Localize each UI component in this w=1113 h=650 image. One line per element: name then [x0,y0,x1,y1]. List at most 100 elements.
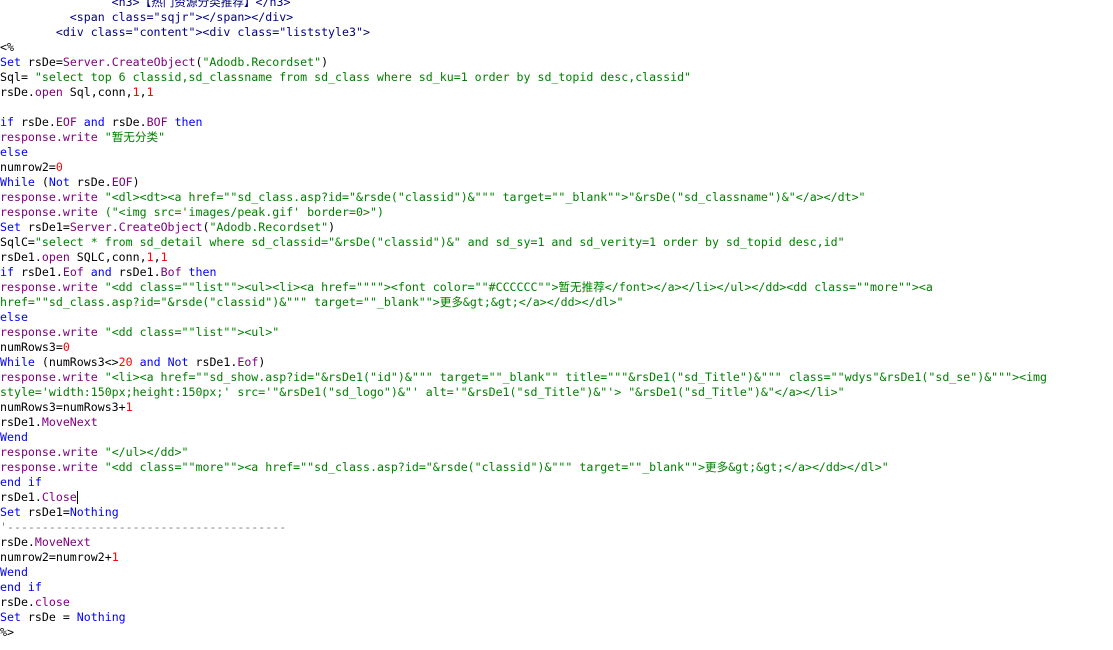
code-line[interactable]: rsDe.close [0,595,1113,610]
code-line[interactable]: Sql= "select top 6 classid,sd_classname … [0,70,1113,85]
code-token: numrow2= [0,160,56,174]
code-token: Set [0,505,21,519]
code-token: response.write [0,370,98,384]
code-token: end if [0,475,42,489]
code-token: <h3>【热门资源分类推荐】</h3> [0,0,291,9]
code-token: 0 [55,160,63,174]
code-token: numrow2=numrow2+ [0,550,112,564]
code-line[interactable]: rsDe1.Close [0,490,1113,505]
code-line[interactable]: '---------------------------------------… [0,520,1113,535]
code-token: response.write [0,445,98,459]
code-token: 1 [111,550,119,564]
code-line[interactable]: Set rsDe1=Server.CreateObject("Adodb.Rec… [0,220,1113,235]
code-token: (numRows3<> [34,355,119,369]
code-editor[interactable]: <h3>【热门资源分类推荐】</h3> <span class="sqjr"><… [0,0,1113,650]
code-line[interactable]: rsDe.open Sql,conn,1,1 [0,85,1113,100]
code-line[interactable]: response.write "</ul></dd>" [0,445,1113,460]
code-line[interactable]: <div class="content"><div class="liststy… [0,25,1113,40]
code-line[interactable]: numrow2=0 [0,160,1113,175]
code-line[interactable] [0,100,1113,115]
code-token: href=""sd_class.asp?id="&rsde("classid")… [0,295,624,309]
code-line[interactable]: response.write "<dd class=""list""><ul>" [0,325,1113,340]
code-line[interactable]: response.write "<dd class=""more""><a hr… [0,460,1113,475]
code-token: Sql,conn, [62,85,133,99]
code-token: <div class="content"><div class="liststy… [0,25,370,39]
code-line[interactable]: <span class="sqjr"></span></div> [0,10,1113,25]
code-line[interactable]: Wend [0,430,1113,445]
code-token: SqlC= [0,235,35,249]
code-line[interactable]: Set rsDe=Server.CreateObject("Adodb.Reco… [0,55,1113,70]
code-token: MoveNext [34,535,91,549]
code-token: rsDe1. [111,265,161,279]
code-line[interactable]: response.write "暂无分类" [0,130,1113,145]
code-token: ) [258,355,266,369]
code-token: MoveNext [41,415,98,429]
code-token: Wend [0,565,28,579]
code-token: rsDe1. [0,415,42,429]
code-line[interactable]: SqlC="select * from sd_detail where sd_c… [0,235,1113,250]
code-line[interactable]: <h3>【热门资源分类推荐】</h3> [0,0,1113,10]
code-token: BOF [146,115,168,129]
code-line[interactable]: Set rsDe1=Nothing [0,505,1113,520]
code-line[interactable]: %> [0,625,1113,640]
code-token: <span class="sqjr"></span></div> [0,10,294,24]
code-line[interactable]: response.write "<dl><dt><a href=""sd_cla… [0,190,1113,205]
code-line[interactable]: rsDe1.open SQLC,conn,1,1 [0,250,1113,265]
code-line[interactable]: response.write ("<img src='images/peak.g… [0,205,1113,220]
code-line[interactable]: else [0,310,1113,325]
code-token: rsDe. [0,535,35,549]
code-token: close [34,595,70,609]
code-token: rsDe= [20,55,63,69]
code-line[interactable]: if rsDe1.Eof and rsDe1.Bof then [0,265,1113,280]
code-token: Nothing [69,505,119,519]
code-token: Set [0,610,21,624]
code-line[interactable]: end if [0,475,1113,490]
code-token: rsDe1. [13,265,63,279]
code-token: open [41,250,70,264]
code-token: rsDe. [0,85,35,99]
code-token: "</ul></dd>" [104,445,189,459]
code-line[interactable]: While (numRows3<>20 and Not rsDe1.Eof) [0,355,1113,370]
code-line[interactable]: numRows3=numRows3+1 [0,400,1113,415]
code-line[interactable]: response.write "<li><a href=""sd_show.as… [0,370,1113,385]
code-line[interactable]: end if [0,580,1113,595]
code-token: , [139,85,147,99]
code-token: style='width:150px;height:150px;' src='"… [0,385,845,399]
code-token: 1 [146,250,154,264]
code-line[interactable]: <% [0,40,1113,55]
code-token: "select * from sd_detail where sd_classi… [34,235,845,249]
code-line[interactable]: Wend [0,565,1113,580]
code-line[interactable]: numRows3=0 [0,340,1113,355]
code-token: and [139,355,161,369]
code-token: , [153,250,161,264]
code-token: Set [0,55,21,69]
code-line[interactable]: if rsDe.EOF and rsDe.BOF then [0,115,1113,130]
code-line[interactable]: numrow2=numrow2+1 [0,550,1113,565]
code-token: numRows3= [0,340,63,354]
code-line[interactable]: else [0,145,1113,160]
code-line[interactable]: While (Not rsDe.EOF) [0,175,1113,190]
code-line[interactable]: style='width:150px;height:150px;' src='"… [0,385,1113,400]
code-token: "<li><a href=""sd_show.asp?id="&rsDe1("i… [104,370,1048,384]
code-token: rsDe1. [0,250,42,264]
code-token: rsDe. [69,175,112,189]
code-token: "<dd class=""more""><a href=""sd_class.a… [104,460,889,474]
code-line[interactable]: href=""sd_class.asp?id="&rsde("classid")… [0,295,1113,310]
code-token: rsDe1= [20,220,70,234]
code-token: rsDe. [0,595,35,609]
code-token: rsDe. [104,115,147,129]
code-token: then [188,265,217,279]
code-line[interactable]: rsDe.MoveNext [0,535,1113,550]
code-line[interactable]: Set rsDe = Nothing [0,610,1113,625]
code-line[interactable]: response.write "<dd class=""list""><ul><… [0,280,1113,295]
code-line[interactable]: rsDe1.MoveNext [0,415,1113,430]
